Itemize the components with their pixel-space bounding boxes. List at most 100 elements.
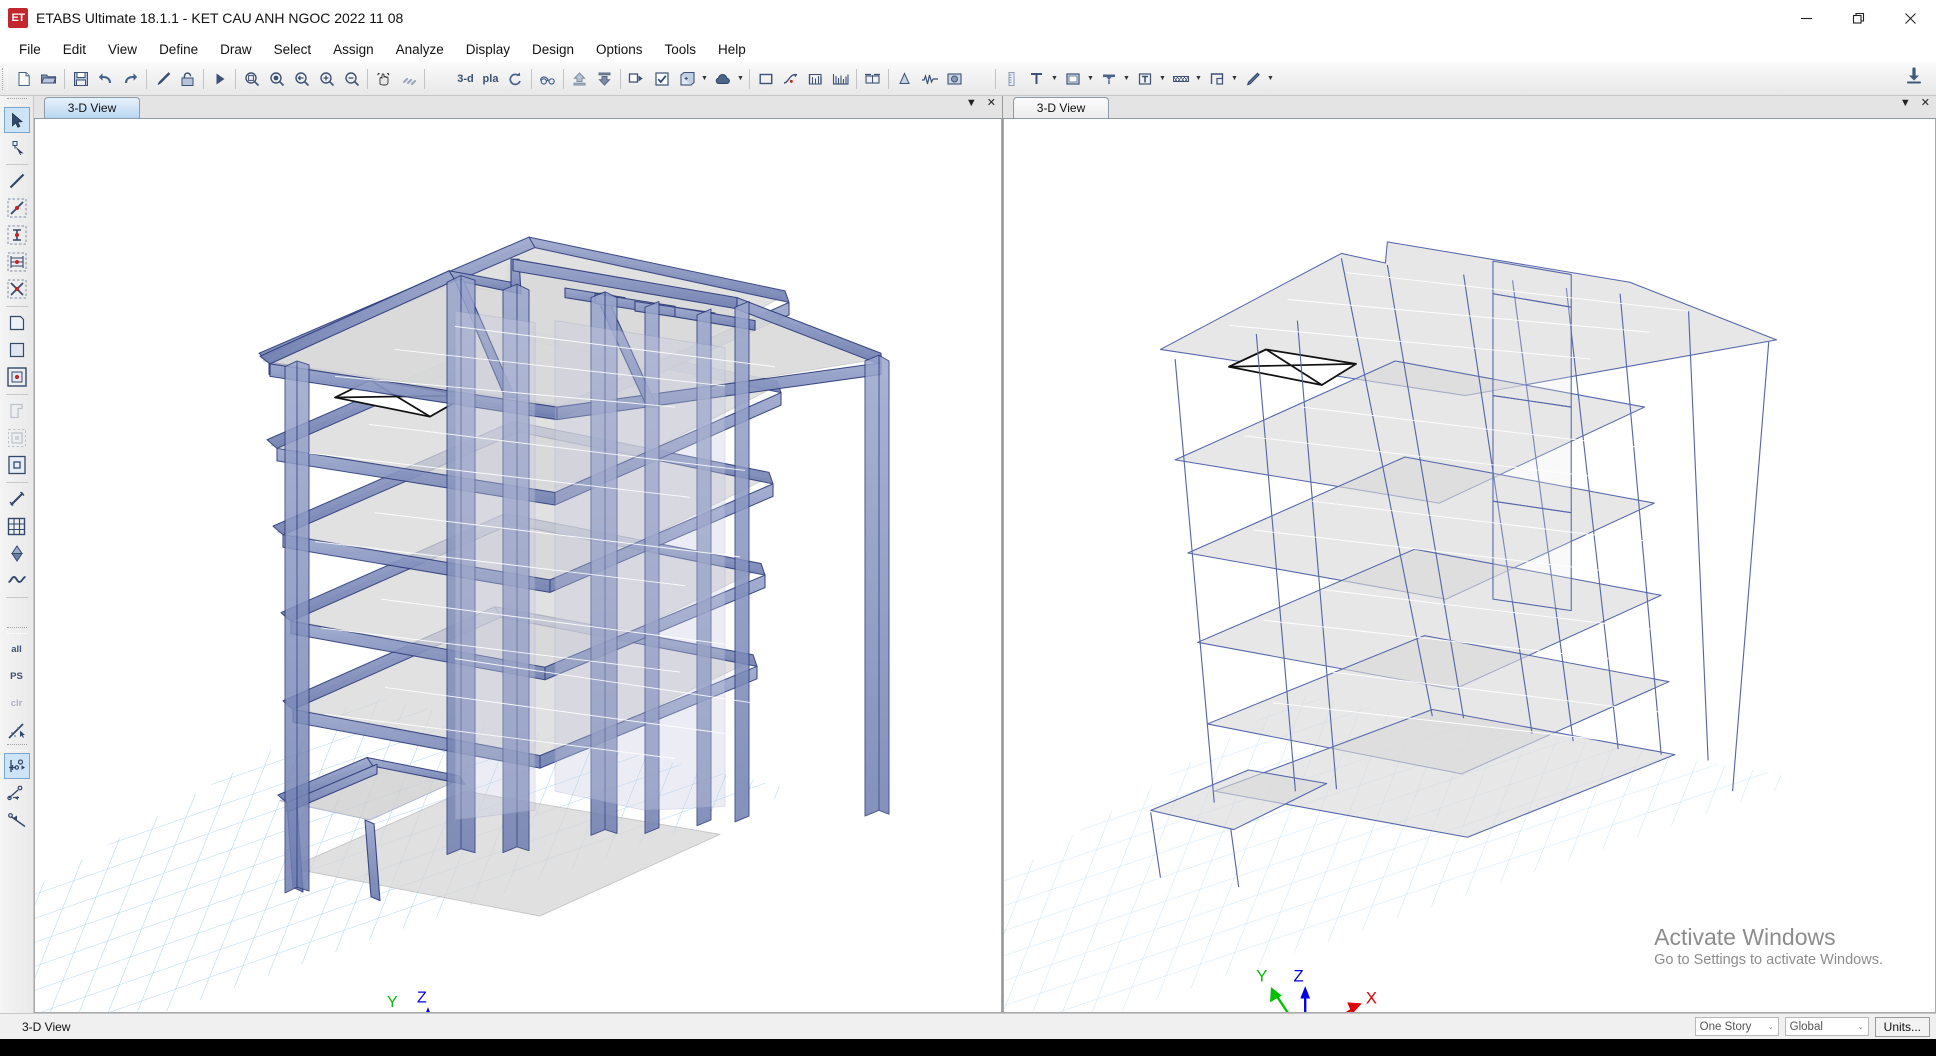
save-icon[interactable]: [68, 66, 93, 92]
snap-line-end-icon[interactable]: [4, 780, 30, 806]
draw-line-icon[interactable]: [4, 168, 30, 194]
draw-secondary-beam-icon[interactable]: [4, 249, 30, 275]
clear-selection-icon[interactable]: clr: [4, 690, 30, 716]
open-model-icon[interactable]: [36, 66, 61, 92]
left-3d-viewport[interactable]: Z Y X: [34, 119, 1002, 1013]
measure-icon[interactable]: [999, 66, 1024, 92]
new-model-icon[interactable]: [11, 66, 36, 92]
draw-grid-icon[interactable]: [4, 513, 30, 539]
maximize-restore-button[interactable]: [1832, 0, 1884, 36]
text-label-dropdown-arrow[interactable]: ▼: [1157, 66, 1168, 92]
left-panel-dropdown-icon[interactable]: ▼: [966, 98, 977, 109]
video-animation-icon[interactable]: [942, 66, 967, 92]
download-icon[interactable]: [1904, 67, 1924, 92]
draw-poly-area-icon[interactable]: [4, 310, 30, 336]
zoom-out-icon[interactable]: [339, 66, 364, 92]
select-previous-icon[interactable]: PS: [4, 663, 30, 689]
draw-curved-line-icon[interactable]: [4, 567, 30, 593]
perspective-toggle-icon[interactable]: [535, 66, 560, 92]
text-label-icon[interactable]: [1132, 66, 1157, 92]
lock-model-icon[interactable]: [175, 66, 200, 92]
draw-pen-dropdown-arrow[interactable]: ▼: [1265, 66, 1276, 92]
menu-analyze[interactable]: Analyze: [385, 39, 455, 60]
menu-options[interactable]: Options: [585, 39, 654, 60]
three-d-view-icon[interactable]: [428, 66, 453, 92]
right-3d-viewport[interactable]: Z Y X Activate Windows Go to Settings to…: [1003, 119, 1936, 1013]
palette-grip-top[interactable]: [6, 98, 27, 105]
draw-rect-area-icon[interactable]: [4, 337, 30, 363]
shell-forces-icon[interactable]: [828, 66, 853, 92]
set-label-dropdown-arrow[interactable]: ▼: [1049, 66, 1060, 92]
menu-help[interactable]: Help: [707, 39, 757, 60]
menu-tools[interactable]: Tools: [654, 39, 708, 60]
zoom-previous-icon[interactable]: [264, 66, 289, 92]
menu-define[interactable]: Define: [148, 39, 209, 60]
mesh-display-dropdown-arrow[interactable]: ▼: [1193, 66, 1204, 92]
no-design-icon[interactable]: [967, 66, 992, 92]
frame-label-dropdown-arrow[interactable]: ▼: [1229, 66, 1240, 92]
shadow-render-icon[interactable]: [710, 66, 735, 92]
coordinate-system-dropdown[interactable]: Global ⌄: [1784, 1017, 1869, 1036]
point-label-icon[interactable]: [1096, 66, 1121, 92]
menu-edit[interactable]: Edit: [52, 39, 97, 60]
tab-3d-view-right[interactable]: 3-D View: [1013, 97, 1109, 118]
snap-point-icon[interactable]: [3, 753, 30, 779]
shadow-render-dropdown-arrow[interactable]: ▼: [735, 66, 746, 92]
close-button[interactable]: [1884, 0, 1936, 36]
right-panel-close-icon[interactable]: ✕: [1921, 98, 1930, 109]
point-label-dropdown-arrow[interactable]: ▼: [1121, 66, 1132, 92]
move-down-story-icon[interactable]: [592, 66, 617, 92]
tab-3d-view-left[interactable]: 3-D View: [44, 97, 140, 118]
rotate-view-icon[interactable]: [503, 66, 528, 92]
palette-grip-middle[interactable]: [6, 627, 27, 634]
deformed-shape-icon[interactable]: [778, 66, 803, 92]
menu-draw[interactable]: Draw: [209, 39, 263, 60]
show-undeformed-icon[interactable]: [753, 66, 778, 92]
draw-frame-beam-icon[interactable]: [4, 195, 30, 221]
draw-developed-elevation-icon[interactable]: [4, 540, 30, 566]
draw-floor-opening-icon[interactable]: [4, 425, 30, 451]
menu-select[interactable]: Select: [263, 39, 323, 60]
refresh-view-icon[interactable]: [150, 66, 175, 92]
toolbar-grip[interactable]: [2, 67, 8, 90]
undo-icon[interactable]: [93, 66, 118, 92]
minimize-button[interactable]: [1780, 0, 1832, 36]
select-all-icon[interactable]: all: [4, 636, 30, 662]
menu-display[interactable]: Display: [455, 39, 521, 60]
section-cut-icon[interactable]: [860, 66, 885, 92]
set-label-icon[interactable]: [1024, 66, 1049, 92]
menu-file[interactable]: File: [8, 39, 52, 60]
frame-forces-icon[interactable]: [803, 66, 828, 92]
select-by-intersecting-line-icon[interactable]: [4, 717, 30, 743]
menu-view[interactable]: View: [97, 39, 148, 60]
draw-pen-icon[interactable]: [1240, 66, 1265, 92]
frame-label-icon[interactable]: [1204, 66, 1229, 92]
energy-diagram-icon[interactable]: [892, 66, 917, 92]
right-panel-dropdown-icon[interactable]: ▼: [1900, 98, 1911, 109]
zoom-full-icon[interactable]: [289, 66, 314, 92]
elevation-view-icon[interactable]: pla: [478, 66, 503, 92]
draw-dimension-line-icon[interactable]: [4, 486, 30, 512]
draw-brace-icon[interactable]: [4, 276, 30, 302]
extrude-view-dropdown-arrow[interactable]: ▼: [699, 66, 710, 92]
palette-grip-bottom[interactable]: [6, 744, 27, 751]
set-display-options-icon[interactable]: [624, 66, 649, 92]
mesh-display-icon[interactable]: [1168, 66, 1193, 92]
menu-assign[interactable]: Assign: [322, 39, 385, 60]
run-analysis-icon[interactable]: [207, 66, 232, 92]
draw-slab-icon[interactable]: [4, 452, 30, 478]
area-object-dropdown-arrow[interactable]: ▼: [1085, 66, 1096, 92]
story-selector-dropdown[interactable]: One Story ⌄: [1694, 1017, 1779, 1036]
restore-view-icon[interactable]: [396, 66, 421, 92]
redo-icon[interactable]: [118, 66, 143, 92]
select-arrow-icon[interactable]: [3, 107, 30, 133]
response-spectrum-icon[interactable]: [917, 66, 942, 92]
plan-view-icon[interactable]: 3-d: [453, 66, 478, 92]
extrude-view-icon[interactable]: [674, 66, 699, 92]
pan-icon[interactable]: [371, 66, 396, 92]
menu-design[interactable]: Design: [521, 39, 585, 60]
quick-draw-area-icon[interactable]: [4, 364, 30, 390]
reshape-object-icon[interactable]: [4, 134, 30, 160]
draw-wall-stack-icon[interactable]: [4, 398, 30, 424]
zoom-in-icon[interactable]: [314, 66, 339, 92]
